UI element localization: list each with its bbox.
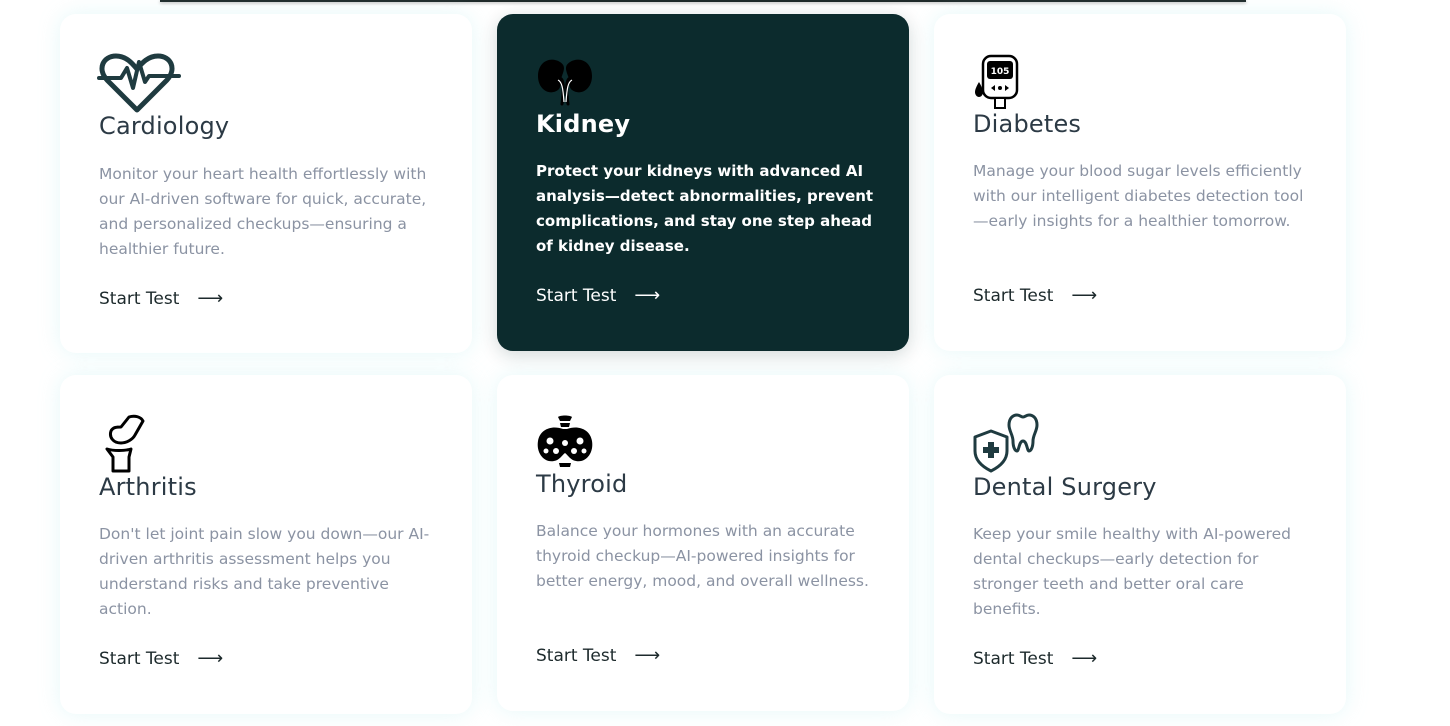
dental-shield-icon (973, 411, 1073, 481)
top-strip (160, 0, 1246, 2)
card-title: Dental Surgery (973, 473, 1157, 501)
glucometer-reading: 105 (991, 67, 1010, 77)
start-test-link-diabetes[interactable]: Start Test ⟶ (973, 286, 1097, 306)
card-title: Cardiology (99, 112, 230, 140)
card-title: Kidney (536, 110, 631, 138)
arrow-right-icon: ⟶ (197, 648, 224, 669)
arrow-right-icon: ⟶ (634, 285, 661, 306)
card-thyroid: Thyroid Balance your hormones with an ac… (497, 375, 909, 711)
start-test-link-arthritis[interactable]: Start Test ⟶ (99, 649, 223, 669)
start-test-label: Start Test (536, 646, 617, 666)
card-title: Diabetes (973, 110, 1082, 138)
card-description: Don't let joint pain slow you down—our A… (99, 525, 430, 618)
start-test-label: Start Test (99, 649, 180, 669)
card-title: Thyroid (536, 470, 628, 498)
card-description: Monitor your heart health effortlessly w… (99, 165, 427, 258)
start-test-label: Start Test (536, 286, 617, 306)
arrow-right-icon: ⟶ (1071, 648, 1098, 669)
card-description: Balance your hormones with an accurate t… (536, 522, 869, 590)
start-test-link-dental-surgery[interactable]: Start Test ⟶ (973, 649, 1097, 669)
start-test-link-thyroid[interactable]: Start Test ⟶ (536, 646, 660, 666)
start-test-label: Start Test (973, 649, 1054, 669)
start-test-link-cardiology[interactable]: Start Test ⟶ (99, 289, 223, 309)
card-diabetes: 105 Diabetes Manage your blood sugar lev… (934, 14, 1346, 351)
start-test-link-kidney[interactable]: Start Test ⟶ (536, 286, 660, 306)
card-arthritis: Arthritis Don't let joint pain slow you … (60, 375, 472, 714)
card-description: Protect your kidneys with advanced AI an… (536, 162, 874, 255)
card-title: Arthritis (99, 473, 197, 501)
card-description: Manage your blood sugar levels efficient… (973, 162, 1304, 230)
card-kidney: Kidney Protect your kidneys with advance… (497, 14, 909, 351)
card-description: Keep your smile healthy with AI-powered … (973, 525, 1291, 618)
arrow-right-icon: ⟶ (197, 288, 224, 309)
start-test-label: Start Test (973, 286, 1054, 306)
start-test-label: Start Test (99, 289, 180, 309)
arrow-right-icon: ⟶ (634, 645, 661, 666)
card-cardiology: Cardiology Monitor your heart health eff… (60, 14, 472, 353)
arrow-right-icon: ⟶ (1071, 285, 1098, 306)
card-dental-surgery: Dental Surgery Keep your smile healthy w… (934, 375, 1346, 714)
